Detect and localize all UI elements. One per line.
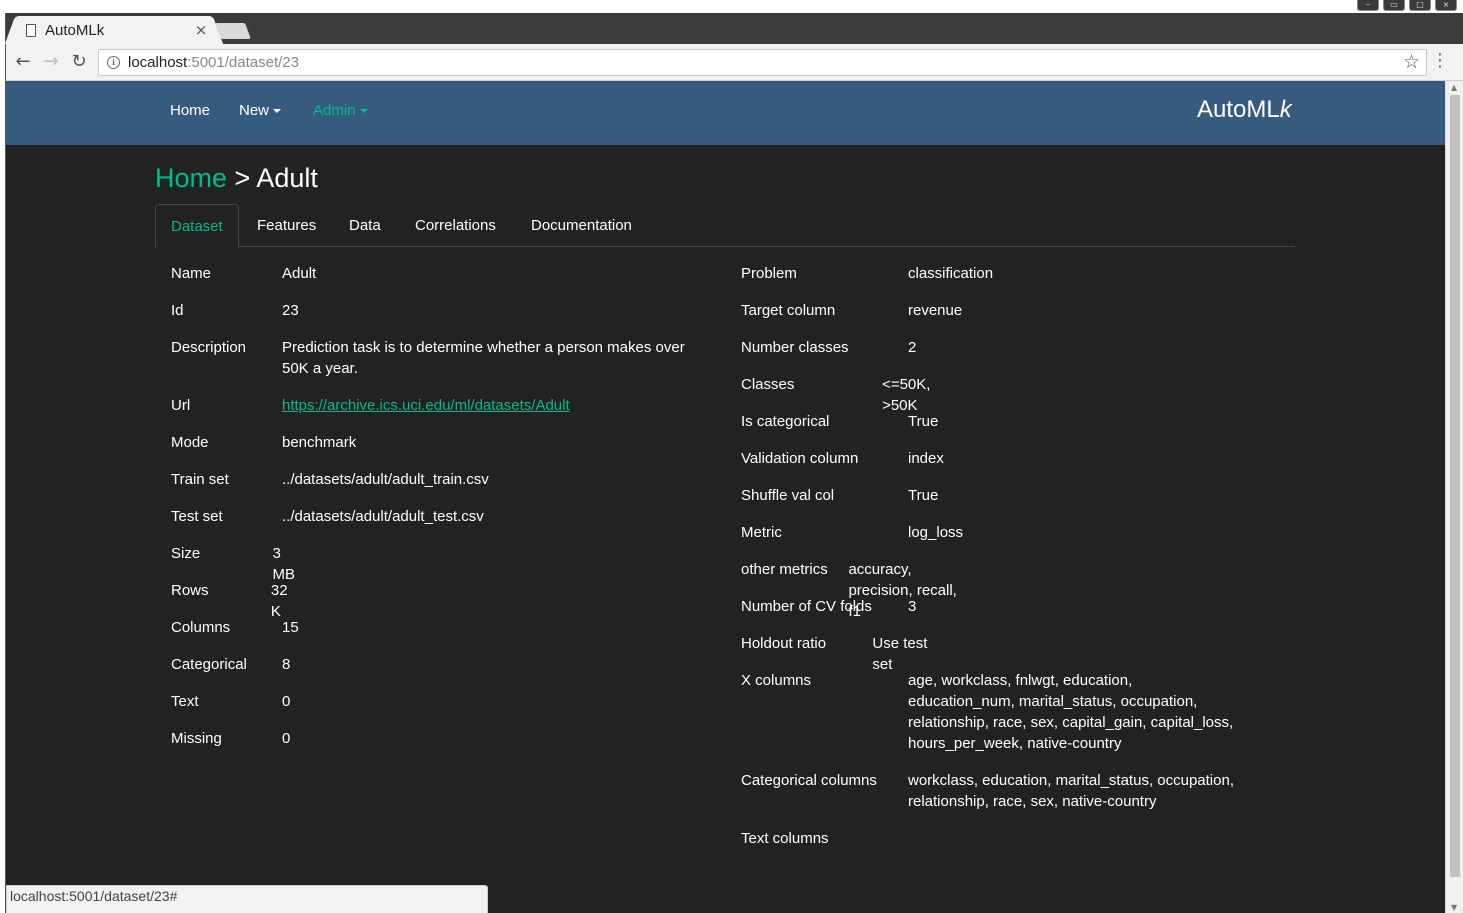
label-text-columns: Text columns [741,830,829,847]
new-tab-button[interactable] [215,23,251,39]
tab-title: AutoMLk [45,21,105,39]
label-url: Url [171,397,191,414]
browser-tab[interactable]: AutoMLk × [16,16,212,44]
desktop-top-strip: – ▭ □ × [0,0,1463,13]
nav-new[interactable]: New [239,102,282,119]
minimize-icon[interactable]: – [1357,0,1379,11]
label-size: Size [171,545,201,562]
label-test-set: Test set [171,508,223,525]
label-text: Text [171,693,199,710]
tab-correlations[interactable]: Correlations [415,204,496,247]
label-columns: Columns [171,619,231,636]
caret-down-icon [359,109,368,114]
breadcrumb-home-link[interactable]: Home [155,163,227,193]
value-description: Prediction task is to determine whether … [282,339,685,377]
label-is-categorical: Is categorical [741,413,830,430]
nav-admin[interactable]: Admin [313,102,368,119]
value-problem: classification [908,265,994,282]
scroll-thumb[interactable] [1450,95,1460,877]
close-tab-icon[interactable]: × [194,21,208,39]
label-mode: Mode [171,434,209,451]
label-id: Id [171,302,184,319]
dataset-url-link[interactable]: https://archive.ics.uci.edu/ml/datasets/… [282,397,570,414]
value-is-categorical: True [908,413,939,430]
label-shuffle-val-col: Shuffle val col [741,487,835,504]
label-metric: Metric [741,524,782,541]
label-description: Description [171,339,247,356]
label-categorical: Categorical [171,656,247,673]
value-text: 0 [282,693,291,710]
breadcrumb-separator: > [227,163,257,193]
label-x-columns: X columns [741,672,812,689]
address-bar[interactable]: i localhost:5001/dataset/23 ☆ [98,49,1427,76]
browser-window: AutoMLk × ← → ↻ i localhost:5001/dataset… [5,13,1463,913]
value-rows: 32 K [270,582,288,620]
brand-logo[interactable]: AutoMLk [1197,96,1292,124]
top-navbar: Home New Admin AutoMLk [6,81,1445,145]
value-cv-folds: 3 [908,598,917,615]
breadcrumb-current: Adult [256,163,318,193]
page-viewport: Home New Admin AutoMLk Home > Adult Data… [6,81,1445,913]
browser-menu-icon[interactable]: ⋮ [1431,51,1449,71]
browser-toolbar: ← → ↻ i localhost:5001/dataset/23 ☆ ⋮ [6,44,1463,81]
window-controls: – ▭ □ × [1357,0,1457,13]
breadcrumb: Home > Adult [155,163,318,194]
tab-features[interactable]: Features [257,204,316,247]
value-categorical: 8 [282,656,291,673]
label-holdout-ratio: Holdout ratio [741,635,827,652]
value-target-column: revenue [908,302,963,319]
label-number-classes: Number classes [741,339,849,356]
bookmark-star-icon[interactable]: ☆ [1403,51,1420,73]
caret-down-icon [273,109,282,114]
restore-icon[interactable]: ▭ [1383,0,1405,11]
scroll-up-icon[interactable]: ▲ [1451,83,1457,92]
value-columns: 15 [282,619,299,636]
tab-documentation[interactable]: Documentation [531,204,632,247]
value-categorical-columns: workclass, education, marital_status, oc… [908,772,1234,810]
value-missing: 0 [282,730,291,747]
label-name: Name [171,265,212,282]
value-size: 3 MB [272,545,295,583]
back-icon[interactable]: ← [12,51,34,73]
value-x-columns: age, workclass, fnlwgt, education, educa… [908,672,1234,752]
info-icon[interactable]: i [107,56,120,69]
value-classes: <=50K, >50K [882,376,931,414]
value-metric: log_loss [908,524,964,541]
label-missing: Missing [171,730,222,747]
label-train-set: Train set [171,471,229,488]
label-target-column: Target column [741,302,836,319]
value-test-set: ../datasets/adult/adult_test.csv [282,508,484,525]
reload-icon[interactable]: ↻ [68,51,90,73]
page-icon [26,23,36,37]
nav-home[interactable]: Home [170,102,210,119]
tab-dataset[interactable]: Dataset [155,204,239,248]
value-holdout-ratio: Use test set [872,635,928,673]
value-mode: benchmark [282,434,357,451]
label-classes: Classes [741,376,795,393]
value-id: 23 [282,302,299,319]
page-scrollbar[interactable]: ▲ ▼ [1445,81,1463,913]
value-train-set: ../datasets/adult/adult_train.csv [282,471,489,488]
value-name: Adult [282,265,317,282]
value-validation-column: index [908,450,944,467]
status-bar-url: localhost:5001/dataset/23# [6,885,488,913]
value-number-classes: 2 [908,339,917,356]
tab-data[interactable]: Data [349,204,381,247]
label-rows: Rows [171,582,209,599]
label-cv-folds: Number of CV folds [741,598,872,615]
forward-icon[interactable]: → [40,51,62,73]
value-shuffle-val-col: True [908,487,939,504]
close-window-icon[interactable]: × [1435,0,1457,11]
label-problem: Problem [741,265,797,282]
dataset-tabs: Dataset Features Data Correlations Docum… [155,204,1295,248]
maximize-icon[interactable]: □ [1409,0,1431,11]
label-validation-column: Validation column [741,450,859,467]
tab-strip: AutoMLk × [6,13,1463,44]
scroll-down-icon[interactable]: ▼ [1451,903,1457,912]
label-categorical-columns: Categorical columns [741,772,877,789]
url-text: localhost:5001/dataset/23 [128,54,299,71]
